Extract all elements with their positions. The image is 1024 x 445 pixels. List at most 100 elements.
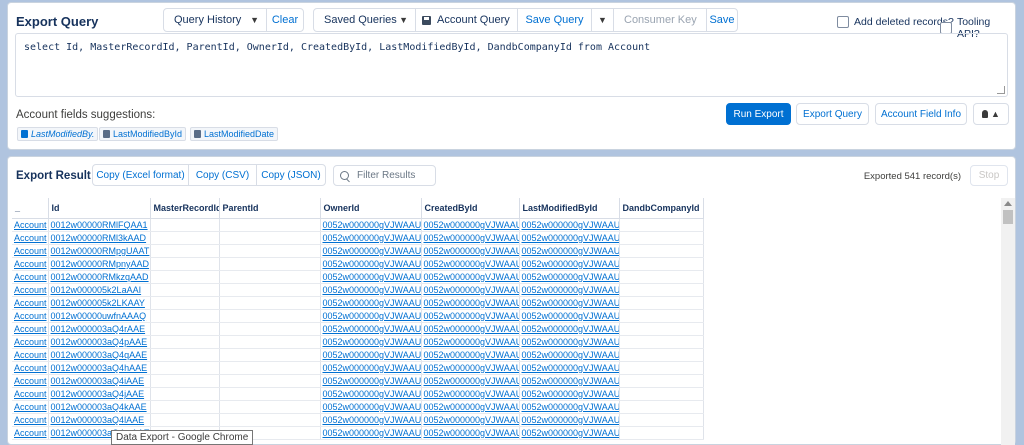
column-header[interactable]: LastModifiedById: [519, 198, 620, 219]
record-link[interactable]: 0052w000000gVJWAAU: [424, 272, 519, 282]
table-cell[interactable]: Account: [12, 231, 49, 245]
table-cell[interactable]: 0012w00000RMl3kAAD: [48, 231, 151, 245]
record-link[interactable]: 0052w000000gVJWAAU: [522, 246, 619, 256]
table-cell[interactable]: Account: [12, 426, 49, 440]
export-query-button[interactable]: Export Query: [796, 103, 869, 125]
record-link[interactable]: 0052w000000gVJWAAU: [323, 311, 421, 321]
table-cell[interactable]: 0052w000000gVJWAAU: [519, 257, 620, 271]
table-cell[interactable]: 0052w000000gVJWAAU: [320, 270, 422, 284]
column-header[interactable]: _: [12, 198, 49, 219]
column-header[interactable]: Id: [48, 198, 151, 219]
record-link[interactable]: 0052w000000gVJWAAU: [522, 324, 619, 334]
table-cell[interactable]: Account: [12, 374, 49, 388]
record-link[interactable]: 0052w000000gVJWAAU: [424, 298, 519, 308]
record-link[interactable]: 0052w000000gVJWAAU: [522, 298, 619, 308]
table-cell[interactable]: 0012w000005k2LaAAI: [48, 283, 151, 297]
table-cell[interactable]: 0012w000003aQ4hAAE: [48, 361, 151, 375]
table-cell[interactable]: Account: [12, 387, 49, 401]
table-cell[interactable]: 0052w000000gVJWAAU: [519, 309, 620, 323]
filter-results-input[interactable]: Filter Results: [333, 165, 436, 186]
table-cell[interactable]: 0052w000000gVJWAAU: [519, 387, 620, 401]
query-history-select[interactable]: Query History ▼: [164, 9, 267, 31]
record-link[interactable]: Account: [14, 324, 47, 334]
table-cell[interactable]: 0052w000000gVJWAAU: [421, 348, 520, 362]
record-link[interactable]: 0052w000000gVJWAAU: [323, 402, 421, 412]
table-cell[interactable]: 0052w000000gVJWAAU: [421, 400, 520, 414]
table-cell[interactable]: 0012w00000uwfnAAAQ: [48, 309, 151, 323]
record-link[interactable]: 0052w000000gVJWAAU: [424, 389, 519, 399]
record-link[interactable]: Account: [14, 428, 47, 438]
table-cell[interactable]: 0052w000000gVJWAAU: [320, 283, 422, 297]
table-cell[interactable]: 0052w000000gVJWAAU: [320, 387, 422, 401]
record-link[interactable]: 0052w000000gVJWAAU: [424, 311, 519, 321]
table-cell[interactable]: 0052w000000gVJWAAU: [320, 426, 422, 440]
record-link[interactable]: Account: [14, 272, 47, 282]
record-link[interactable]: 0052w000000gVJWAAU: [522, 285, 619, 295]
table-cell[interactable]: 0052w000000gVJWAAU: [519, 283, 620, 297]
record-link[interactable]: 0052w000000gVJWAAU: [522, 402, 619, 412]
table-cell[interactable]: 0012w00000RMpnyAAD: [48, 257, 151, 271]
record-link[interactable]: 0052w000000gVJWAAU: [424, 363, 519, 373]
table-cell[interactable]: 0012w00000RMlFQAA1: [48, 218, 151, 232]
record-link[interactable]: 0012w00000RMlFQAA1: [51, 220, 148, 230]
table-cell[interactable]: 0052w000000gVJWAAU: [421, 335, 520, 349]
table-cell[interactable]: 0052w000000gVJWAAU: [519, 270, 620, 284]
table-cell[interactable]: 0052w000000gVJWAAU: [519, 296, 620, 310]
record-link[interactable]: 0052w000000gVJWAAU: [522, 233, 619, 243]
table-cell[interactable]: 0052w000000gVJWAAU: [320, 257, 422, 271]
record-link[interactable]: 0012w00000RMpgUAAT: [51, 246, 150, 256]
record-link[interactable]: Account: [14, 350, 47, 360]
record-link[interactable]: 0052w000000gVJWAAU: [323, 350, 421, 360]
column-header[interactable]: ParentId: [219, 198, 321, 219]
column-header[interactable]: MasterRecordId: [150, 198, 220, 219]
table-cell[interactable]: Account: [12, 218, 49, 232]
table-cell[interactable]: 0052w000000gVJWAAU: [320, 231, 422, 245]
record-link[interactable]: Account: [14, 220, 47, 230]
table-cell[interactable]: 0052w000000gVJWAAU: [421, 244, 520, 258]
record-link[interactable]: 0012w000005k2LKAAY: [51, 298, 145, 308]
table-cell[interactable]: 0012w000003aQ4qAAE: [48, 348, 151, 362]
record-link[interactable]: 0052w000000gVJWAAU: [522, 220, 619, 230]
record-link[interactable]: 0052w000000gVJWAAU: [323, 272, 421, 282]
table-cell[interactable]: 0052w000000gVJWAAU: [320, 361, 422, 375]
record-link[interactable]: Account: [14, 311, 47, 321]
scrollbar-thumb[interactable]: [1003, 210, 1013, 224]
table-cell[interactable]: Account: [12, 361, 49, 375]
record-link[interactable]: Account: [14, 363, 47, 373]
table-cell[interactable]: 0052w000000gVJWAAU: [519, 244, 620, 258]
run-export-button[interactable]: Run Export: [726, 103, 791, 125]
table-cell[interactable]: 0052w000000gVJWAAU: [421, 218, 520, 232]
record-link[interactable]: 0052w000000gVJWAAU: [522, 337, 619, 347]
record-link[interactable]: 0052w000000gVJWAAU: [323, 428, 421, 438]
record-link[interactable]: 0052w000000gVJWAAU: [424, 324, 519, 334]
table-cell[interactable]: 0052w000000gVJWAAU: [421, 231, 520, 245]
record-link[interactable]: 0052w000000gVJWAAU: [323, 415, 421, 425]
scroll-up-arrow-icon[interactable]: [1004, 201, 1012, 206]
record-link[interactable]: 0052w000000gVJWAAU: [424, 350, 519, 360]
record-link[interactable]: 0012w00000uwfnAAAQ: [51, 311, 147, 321]
table-cell[interactable]: 0052w000000gVJWAAU: [320, 400, 422, 414]
table-cell[interactable]: 0052w000000gVJWAAU: [421, 374, 520, 388]
table-cell[interactable]: Account: [12, 257, 49, 271]
table-cell[interactable]: 0012w000003aQ4iAAE: [48, 374, 151, 388]
table-cell[interactable]: 0052w000000gVJWAAU: [519, 413, 620, 427]
record-link[interactable]: 0052w000000gVJWAAU: [323, 246, 421, 256]
table-cell[interactable]: 0052w000000gVJWAAU: [519, 231, 620, 245]
table-cell[interactable]: 0052w000000gVJWAAU: [519, 218, 620, 232]
help-menu-button[interactable]: ▲: [973, 103, 1009, 125]
record-link[interactable]: 0012w000003aQ4kAAE: [51, 402, 147, 412]
table-cell[interactable]: 0052w000000gVJWAAU: [320, 244, 422, 258]
save-query-button[interactable]: Save Query: [518, 9, 592, 31]
table-cell[interactable]: Account: [12, 283, 49, 297]
record-link[interactable]: 0012w000003aQ4qAAE: [51, 350, 148, 360]
table-cell[interactable]: 0012w000003aQ4rAAE: [48, 322, 151, 336]
table-cell[interactable]: Account: [12, 244, 49, 258]
table-cell[interactable]: 0052w000000gVJWAAU: [519, 400, 620, 414]
record-link[interactable]: 0052w000000gVJWAAU: [323, 233, 421, 243]
table-cell[interactable]: 0052w000000gVJWAAU: [320, 374, 422, 388]
suggestion-chip[interactable]: LastModifiedBy.: [17, 127, 99, 141]
table-cell[interactable]: 0052w000000gVJWAAU: [421, 426, 520, 440]
record-link[interactable]: 0052w000000gVJWAAU: [323, 324, 421, 334]
record-link[interactable]: 0052w000000gVJWAAU: [522, 415, 619, 425]
table-cell[interactable]: 0052w000000gVJWAAU: [421, 309, 520, 323]
